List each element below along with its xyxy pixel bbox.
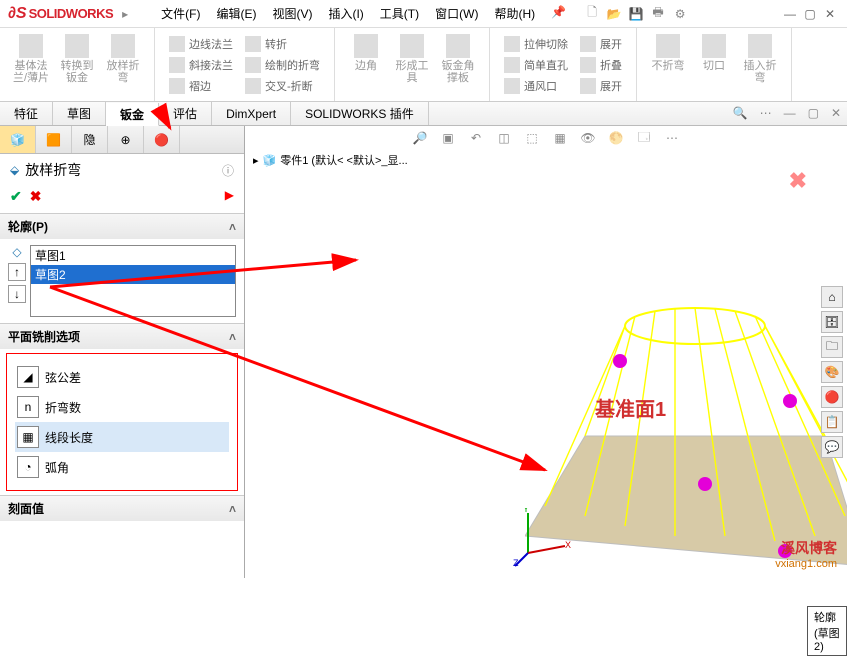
annotation-arrows xyxy=(0,0,847,578)
profile-callout[interactable]: 轮廓(草图 2) xyxy=(807,606,847,656)
